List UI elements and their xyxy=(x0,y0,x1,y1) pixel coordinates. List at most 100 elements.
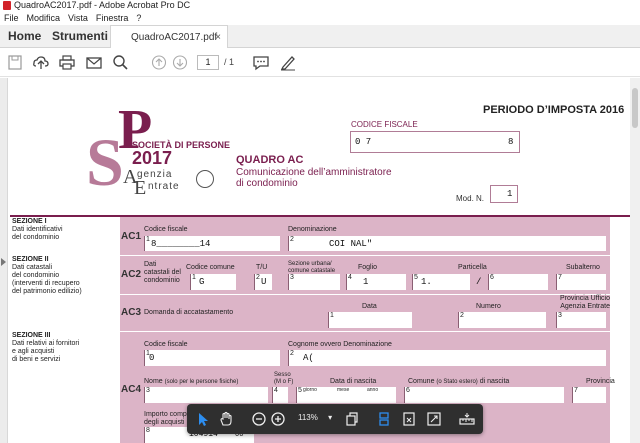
pen-sign-icon[interactable] xyxy=(279,54,297,71)
pdf-app-icon xyxy=(3,1,11,10)
ac4-provincia-label: Provincia xyxy=(586,378,615,385)
tab-bar: Home Strumenti QuadroAC2017.pdf × xyxy=(0,25,640,49)
hand-tool-icon[interactable] xyxy=(218,411,234,427)
ac3-code: AC3 xyxy=(121,307,142,318)
toolbar xyxy=(0,48,640,77)
menu-vista[interactable]: Vista xyxy=(68,11,88,25)
cloud-upload-icon[interactable] xyxy=(32,54,50,71)
ac4-cf-field[interactable]: 1 0 xyxy=(144,350,280,366)
menu-file[interactable]: File xyxy=(4,11,19,25)
ac4-code: AC4 xyxy=(121,384,142,395)
ac3-row: AC3 Domanda di accatastamento Data 1 Num… xyxy=(120,295,610,331)
codice-fiscale-box[interactable]: 0 7 8 xyxy=(350,131,520,153)
codice-fiscale-end: 8 xyxy=(508,137,514,147)
ac1-den-label: Denominazione xyxy=(288,226,337,233)
document-view: S P SOCIETÀ DI PERSONE 2017 A genzia E n… xyxy=(10,78,630,443)
save-icon[interactable] xyxy=(6,54,24,71)
logo-year: 2017 xyxy=(132,148,173,168)
ac4-nascita-label: Data di nascita xyxy=(330,378,377,385)
menu-modifica[interactable]: Modifica xyxy=(27,11,61,25)
sezione-2-row: AC2 Dati catastali del condominio Codice c… xyxy=(120,256,610,294)
floating-toolbar: 113% ▾ xyxy=(187,404,483,434)
ac4-nome-field[interactable]: 3 xyxy=(144,387,268,403)
vertical-scrollbar[interactable] xyxy=(630,78,640,443)
ac2-foglio-label: Foglio xyxy=(358,264,378,271)
ac2-comune-field[interactable]: 1 G xyxy=(190,274,236,290)
ac1-den-field[interactable]: 2 COI NAL" xyxy=(288,236,606,251)
print-icon[interactable] xyxy=(58,54,76,71)
tab-document[interactable]: QuadroAC2017.pdf × xyxy=(110,25,228,49)
ac2-code: AC2 xyxy=(121,269,142,280)
emblem-icon xyxy=(196,170,214,188)
tab-document-label: QuadroAC2017.pdf xyxy=(131,32,218,43)
ac2-particella-label: Particella xyxy=(458,264,487,271)
menu-help[interactable]: ? xyxy=(136,11,141,25)
ac3-numero-label: Numero xyxy=(476,303,501,310)
codice-fiscale-label: CODICE FISCALE xyxy=(351,120,418,129)
window-title-bar: QuadroAC2017.pdf - Adobe Acrobat Pro DC xyxy=(0,0,640,11)
ac4-comune-label: Comune (o Stato estero) di nascita xyxy=(408,378,510,385)
fit-page-icon[interactable] xyxy=(401,411,417,427)
zoom-out-icon[interactable] xyxy=(251,411,267,427)
ac4-cognome-field[interactable]: 2 A( xyxy=(288,350,606,366)
sezione-3-label: SEZIONE III Dati relativi ai fornitori e a… xyxy=(12,332,80,363)
ac3-data-field[interactable]: 1 xyxy=(328,312,412,328)
close-icon[interactable]: × xyxy=(215,26,221,49)
scroll-mode-icon[interactable] xyxy=(376,411,392,427)
select-cursor-icon[interactable] xyxy=(195,411,211,427)
logo-agency-e: E xyxy=(134,177,147,199)
sezione-2-label: SEZIONE II Dati catastali del condominio (i… xyxy=(12,256,82,295)
ac4-sesso-field[interactable]: 4 xyxy=(272,387,288,403)
ac2-particella-field[interactable]: 5 1. xyxy=(412,274,470,290)
ac2-slash: / xyxy=(476,277,482,287)
tab-home[interactable]: Home xyxy=(8,25,41,48)
fullscreen-icon[interactable] xyxy=(426,411,442,427)
mail-icon[interactable] xyxy=(85,54,103,71)
sezione-1-label: SEZIONE I Dati identificativi del condomin… xyxy=(12,218,63,241)
page-number-input[interactable]: 1 xyxy=(197,55,219,70)
ac3-provincia-field[interactable]: 3 xyxy=(556,312,606,328)
page-total: / 1 xyxy=(224,57,235,67)
page-down-icon[interactable] xyxy=(171,54,189,71)
menu-bar: File Modifica Vista Finestra ? xyxy=(0,11,640,25)
ac2-subalterno-label: Subalterno xyxy=(566,264,600,271)
menu-finestra[interactable]: Finestra xyxy=(96,11,129,25)
scrollbar-thumb[interactable] xyxy=(632,88,638,128)
search-icon[interactable] xyxy=(111,54,129,71)
periodo-title: PERIODO D’IMPOSTA 2016 xyxy=(483,104,625,116)
ac2-particella-field-2[interactable]: 6 xyxy=(488,274,548,290)
ac4-nome-label: Nome (solo per le persone fisiche) xyxy=(144,378,239,385)
ac2-tu-field[interactable]: 2 U xyxy=(254,274,272,290)
ac3-domanda-label: Domanda di accatastamento xyxy=(144,309,234,316)
ac4-sesso-label: Sesso (M o F) xyxy=(274,372,294,385)
mod-n-box[interactable]: 1 xyxy=(490,185,518,203)
mod-n-label: Mod. N. xyxy=(456,194,485,203)
ac2-subalterno-field[interactable]: 7 xyxy=(556,274,606,290)
logo-agency-2: ntrate xyxy=(148,181,180,192)
tab-strumenti[interactable]: Strumenti xyxy=(52,25,108,48)
ac4-cognome-label: Cognome ovvero Denominazione xyxy=(288,341,392,348)
ac2-dati-label: Dati catastali del condominio xyxy=(144,261,181,284)
zoom-level[interactable]: 113% ▾ xyxy=(298,413,332,422)
copy-pages-icon[interactable] xyxy=(344,411,360,427)
quadro-subtitle-2: di condominio xyxy=(236,178,298,189)
quadro-title: QUADRO AC xyxy=(236,154,304,166)
ac2-foglio-field[interactable]: 4 1 xyxy=(346,274,406,290)
zoom-in-icon[interactable] xyxy=(270,411,286,427)
ac3-data-label: Data xyxy=(362,303,377,310)
ac4-nascita-field[interactable]: 5 giorno mese anno xyxy=(296,387,396,403)
page-up-icon[interactable] xyxy=(150,54,168,71)
codice-fiscale-start: 0 7 xyxy=(355,137,372,147)
ac1-cf-label: Codice fiscale xyxy=(144,226,188,233)
ac2-sezione-field[interactable]: 3 xyxy=(288,274,340,290)
quadro-subtitle-1: Comunicazione dell’amministratore xyxy=(236,167,392,178)
ac1-code: AC1 xyxy=(121,231,142,242)
ac1-cf-field[interactable]: 1 8________14 xyxy=(144,236,280,251)
ac2-sezione-label: Sezione urbana/comune catastale xyxy=(288,261,336,274)
left-panel-toggle[interactable] xyxy=(0,78,8,443)
comment-icon[interactable] xyxy=(252,54,270,71)
ac4-provincia-field[interactable]: 7 xyxy=(572,387,606,403)
ac3-numero-field[interactable]: 2 xyxy=(458,312,546,328)
ac4-comune-field[interactable]: 6 xyxy=(404,387,564,403)
measure-ruler-icon[interactable] xyxy=(459,411,475,427)
